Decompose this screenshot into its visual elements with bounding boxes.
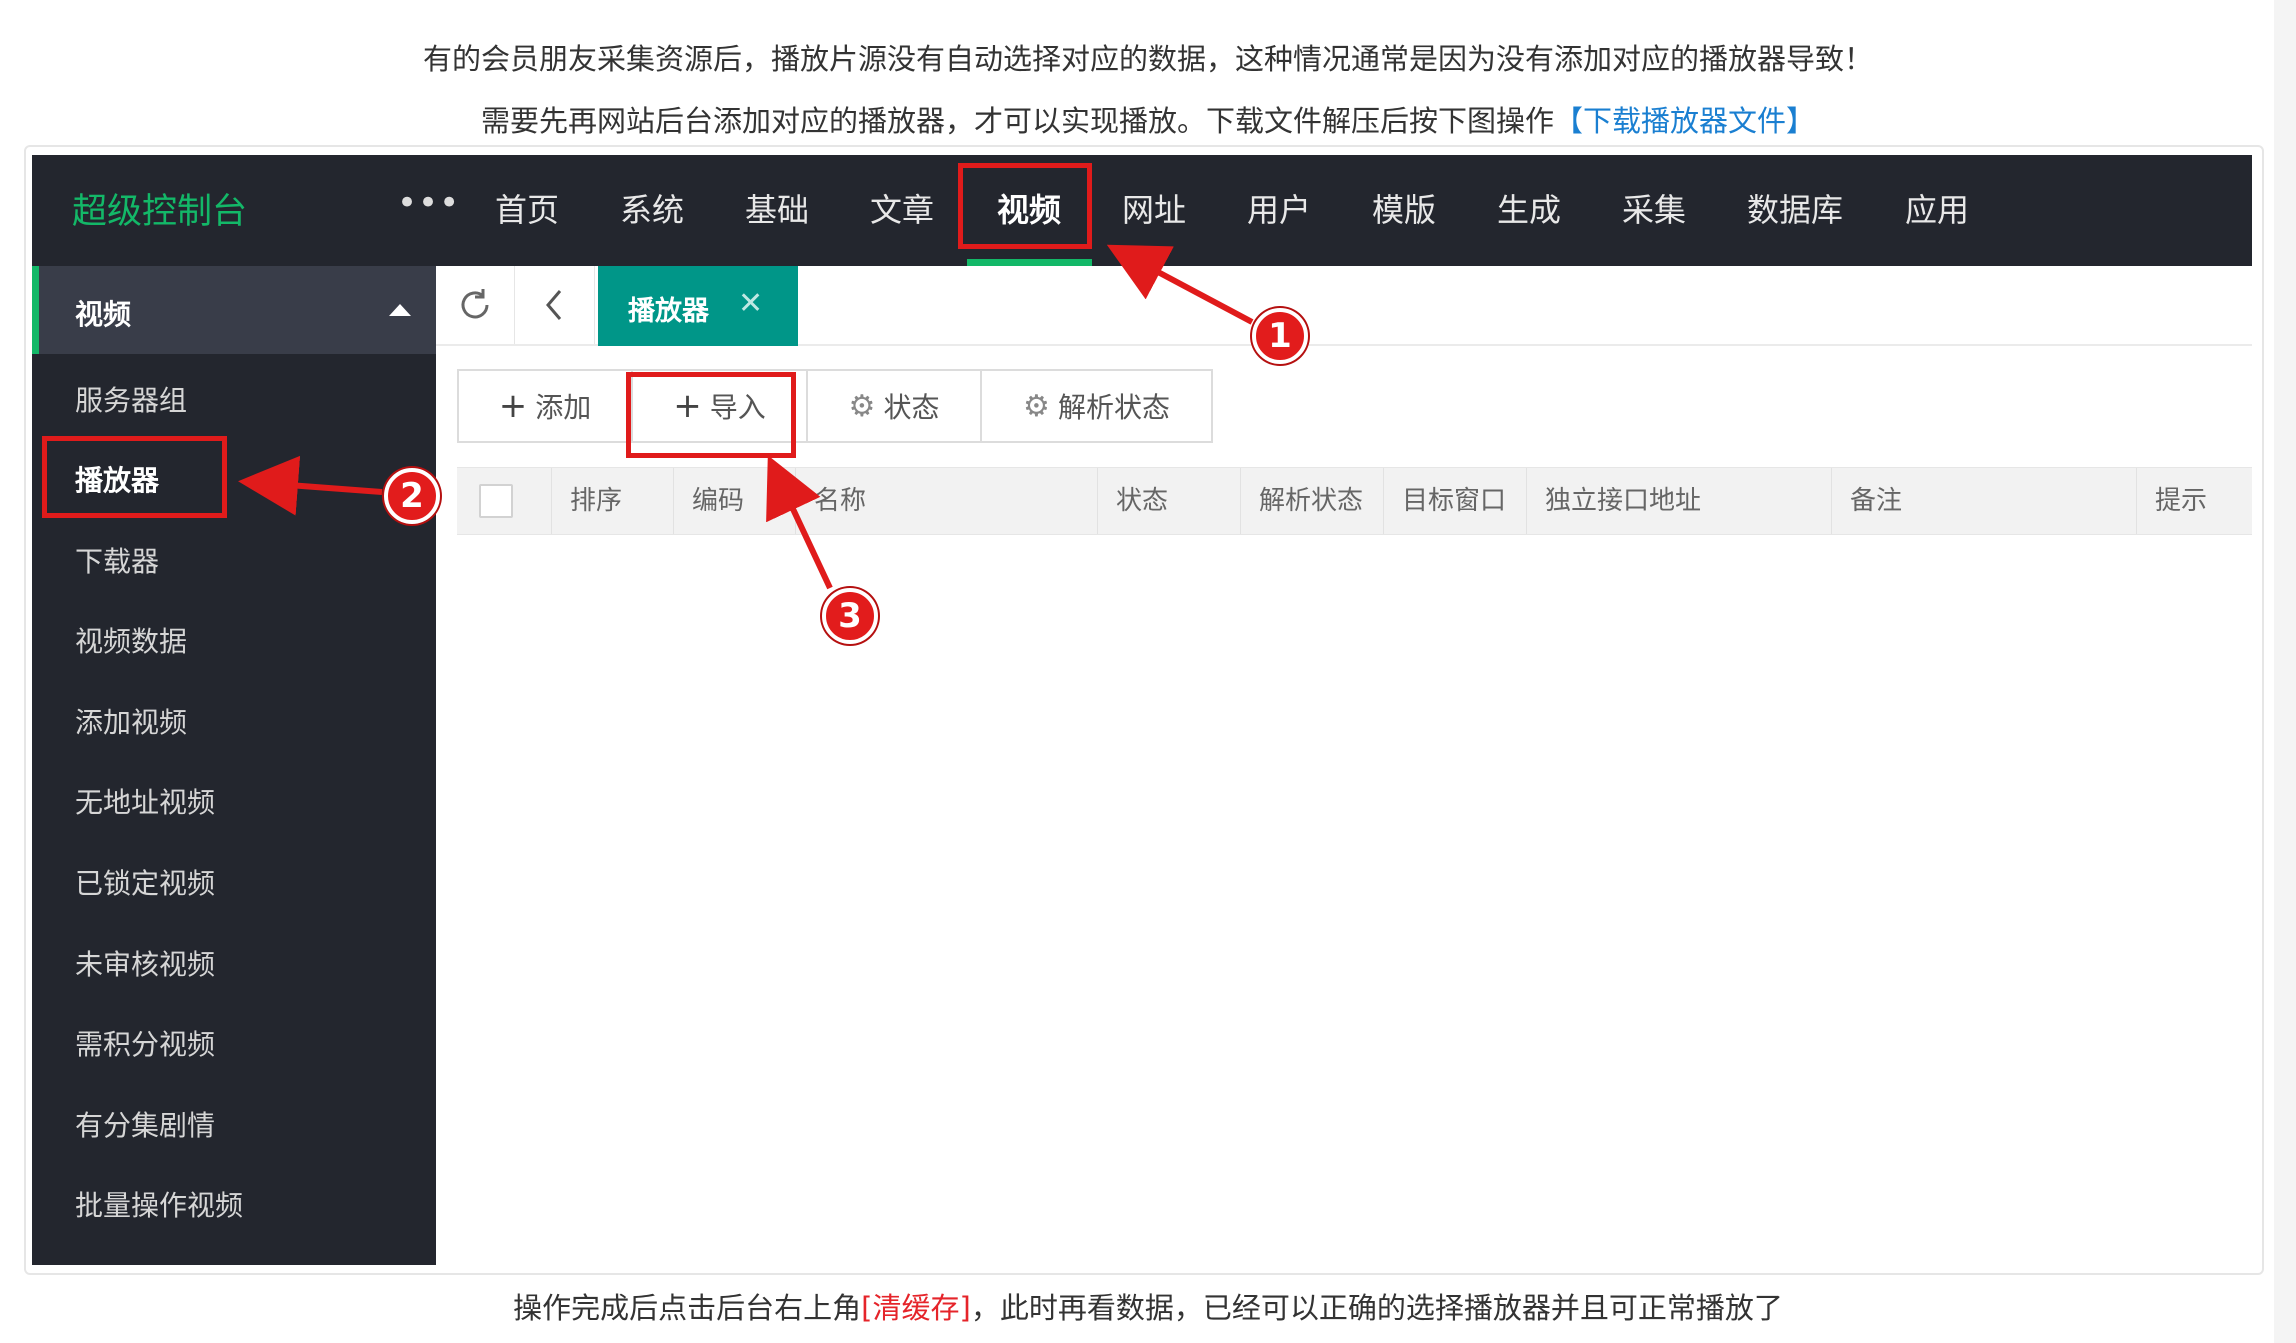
nav-apps[interactable]: 应用: [1905, 185, 1969, 231]
sidebar-item-episode-plot[interactable]: 有分集剧情: [75, 1104, 215, 1144]
col-api-url[interactable]: 独立接口地址: [1526, 468, 1831, 534]
gear-icon: ⚙: [1023, 388, 1050, 424]
sidebar: 视频 服务器组 播放器 下载器 视频数据 添加视频 无地址视频 已锁定视频 未审…: [32, 266, 436, 1265]
import-button[interactable]: + 导入: [631, 369, 808, 443]
outro-pre: 操作完成后点击后台右上角: [513, 1291, 862, 1325]
nav-basic[interactable]: 基础: [745, 185, 809, 231]
sidebar-item-video-data[interactable]: 视频数据: [75, 620, 187, 660]
table-header: 排序 编码 名称 状态 解析状态 目标窗口 独立接口地址 备注 提示: [457, 467, 2252, 535]
col-name[interactable]: 名称: [795, 468, 1097, 534]
sidebar-item-no-url-video[interactable]: 无地址视频: [75, 781, 215, 821]
outro-line: 操作完成后点击后台右上角[清缓存]，此时再看数据，已经可以正确的选择播放器并且可…: [0, 1285, 2296, 1327]
toolbar: + 添加 + 导入 ⚙ 状态 ⚙ 解析状态: [457, 369, 1213, 443]
outro-post: ，此时再看数据，已经可以正确的选择播放器并且可正常播放了: [970, 1291, 1783, 1325]
admin-app: 超级控制台 ••• 首页 系统 基础 文章 视频 网址 用户 模版 生成 采集 …: [32, 155, 2252, 1265]
nav-home[interactable]: 首页: [495, 185, 559, 231]
status-button-label: 状态: [883, 391, 940, 424]
import-button-label: 导入: [709, 391, 766, 424]
add-button-label: 添加: [535, 391, 592, 424]
sidebar-item-unreviewed-video[interactable]: 未审核视频: [75, 943, 215, 983]
brand-title[interactable]: 超级控制台: [72, 183, 247, 234]
sidebar-item-batch-ops[interactable]: 批量操作视频: [75, 1184, 243, 1224]
nav-template[interactable]: 模版: [1372, 185, 1436, 231]
nav-collect[interactable]: 采集: [1622, 185, 1686, 231]
tab-bar: 播放器 ✕: [436, 266, 2252, 346]
col-parse-status[interactable]: 解析状态: [1240, 468, 1383, 534]
intro-line-2-text: 需要先再网站后台添加对应的播放器，才可以实现播放。下载文件解压后按下图操作: [480, 104, 1554, 138]
col-target-window[interactable]: 目标窗口: [1383, 468, 1526, 534]
refresh-icon[interactable]: [436, 266, 515, 344]
annotation-badge-1: 1: [1252, 308, 1308, 364]
sidebar-item-locked-video[interactable]: 已锁定视频: [75, 862, 215, 902]
sidebar-item-points-video[interactable]: 需积分视频: [75, 1023, 215, 1063]
nav-user[interactable]: 用户: [1247, 185, 1311, 231]
nav-database[interactable]: 数据库: [1747, 185, 1843, 231]
sidebar-section-label: 视频: [75, 298, 132, 331]
gear-icon: ⚙: [848, 388, 876, 424]
nav-url[interactable]: 网址: [1122, 185, 1186, 231]
close-icon[interactable]: ✕: [738, 286, 763, 321]
more-icon[interactable]: •••: [397, 183, 460, 223]
annotation-badge-2: 2: [384, 468, 440, 524]
col-status[interactable]: 状态: [1097, 468, 1240, 534]
add-button[interactable]: + 添加: [457, 369, 633, 443]
nav-generate[interactable]: 生成: [1497, 185, 1561, 231]
intro-line-2: 需要先再网站后台添加对应的播放器，才可以实现播放。下载文件解压后按下图操作【下载…: [0, 98, 2296, 140]
chevron-left-icon[interactable]: [516, 266, 595, 344]
col-sort[interactable]: 排序: [551, 468, 673, 534]
select-all-checkbox[interactable]: [479, 484, 513, 518]
nav-active-indicator: [967, 259, 1092, 266]
col-remark[interactable]: 备注: [1831, 468, 2136, 534]
plus-icon: +: [498, 386, 528, 426]
clear-cache-link[interactable]: [清缓存]: [861, 1291, 971, 1325]
status-button[interactable]: ⚙ 状态: [806, 369, 982, 443]
col-code[interactable]: 编码: [673, 468, 795, 534]
sidebar-section-video[interactable]: 视频: [32, 266, 436, 354]
intro-line-1: 有的会员朋友采集资源后，播放片源没有自动选择对应的数据，这种情况通常是因为没有添…: [422, 42, 1873, 76]
sidebar-item-downloader[interactable]: 下载器: [75, 540, 159, 580]
plus-icon: +: [673, 386, 702, 426]
annotation-badge-3: 3: [822, 588, 878, 644]
parse-status-button[interactable]: ⚙ 解析状态: [980, 369, 1213, 443]
nav-video[interactable]: 视频: [997, 185, 1061, 231]
parse-status-button-label: 解析状态: [1057, 391, 1170, 424]
nav-system[interactable]: 系统: [620, 185, 684, 231]
download-player-link[interactable]: 【下载播放器文件】: [1554, 104, 1815, 138]
sidebar-item-add-video[interactable]: 添加视频: [75, 701, 187, 741]
tab-player[interactable]: 播放器 ✕: [598, 266, 798, 346]
top-navbar: 超级控制台 ••• 首页 系统 基础 文章 视频 网址 用户 模版 生成 采集 …: [32, 155, 2252, 266]
sidebar-item-player[interactable]: 播放器: [75, 459, 159, 499]
sidebar-item-server-group[interactable]: 服务器组: [75, 379, 187, 419]
tab-player-label: 播放器: [628, 296, 709, 327]
col-tip[interactable]: 提示: [2136, 468, 2252, 534]
caret-up-icon: [389, 304, 411, 316]
page-scrollbar[interactable]: [2274, 0, 2296, 1343]
nav-article[interactable]: 文章: [870, 185, 934, 231]
